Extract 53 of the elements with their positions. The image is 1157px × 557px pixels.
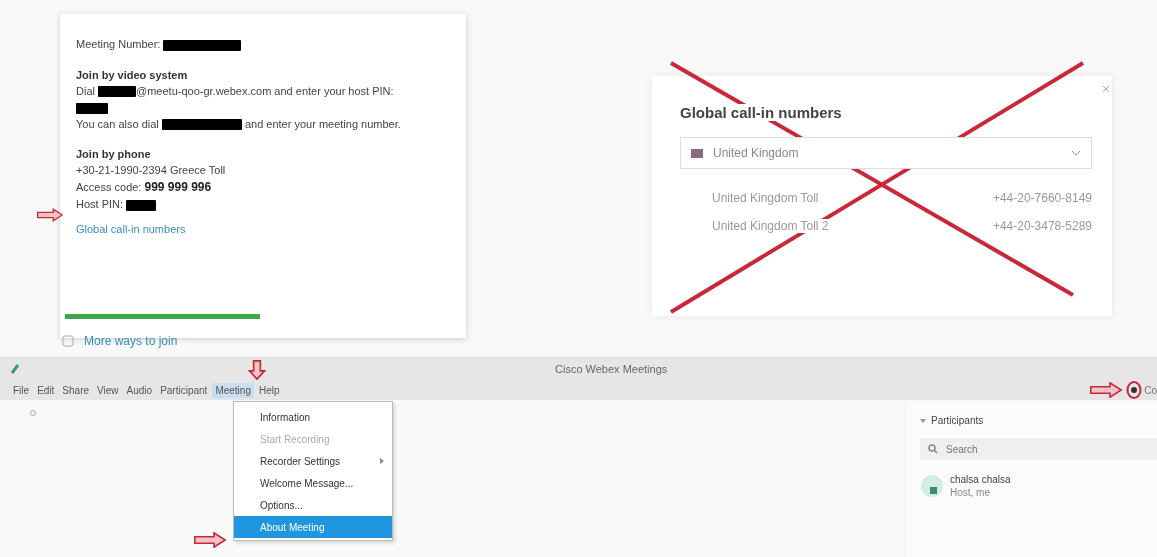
participant-name: chalsa chalsa: [950, 474, 1011, 485]
arrow-annotation: [1088, 382, 1125, 398]
menu-item[interactable]: Audio: [123, 382, 156, 398]
country-name: United Kingdom Toll: [712, 191, 819, 205]
access-code: 999 999 996: [144, 180, 212, 195]
info-text: and enter your meeting number.: [243, 117, 401, 130]
flag-icon: [691, 148, 703, 158]
toolbar-label[interactable]: Co: [1144, 384, 1157, 396]
more-ways-link[interactable]: More ways to join: [84, 334, 178, 348]
menu-option[interactable]: Information: [234, 406, 392, 428]
arrow-annotation: [248, 360, 266, 380]
menu-item[interactable]: Edit: [34, 382, 58, 398]
phone-number: +30-21-1990-2394 Greece Toll: [76, 164, 226, 177]
menu-item[interactable]: Help: [255, 382, 283, 398]
menu-item[interactable]: View: [94, 382, 122, 398]
collapse-icon[interactable]: [920, 418, 926, 423]
submenu-arrow-icon: [380, 458, 384, 464]
phone-number: +44-20-3478-5289: [992, 219, 1092, 233]
info-text: Dial: [76, 84, 95, 97]
menu-option[interactable]: Options...: [234, 494, 392, 516]
participant-role: Host, me: [950, 487, 991, 498]
info-text: @meetu-qoo-gr.webex.com and enter your host PIN:: [136, 84, 394, 97]
meeting-number-label: Meeting Number:: [76, 38, 161, 50]
status-icon: [30, 410, 36, 416]
info-text: You can also dial: [76, 117, 159, 130]
menu-option[interactable]: Recorder Settings: [234, 450, 392, 472]
panel-title: Participants: [931, 415, 984, 426]
menu-item[interactable]: Share: [59, 382, 93, 398]
phone-number: +44-20-7660-8149: [992, 191, 1092, 205]
call-in-link[interactable]: Global call-in numbers: [76, 222, 186, 235]
redaction-mark: [126, 199, 157, 211]
menu-item[interactable]: Meeting: [212, 382, 254, 398]
menu-item[interactable]: File: [10, 382, 33, 398]
section-heading: Join by video system: [76, 68, 189, 81]
window-title: Cisco Webex Meetings: [555, 363, 668, 375]
redaction-mark: [76, 102, 108, 114]
dialog-title: Global call-in numbers: [680, 104, 842, 121]
access-code-label: Access code:: [76, 181, 142, 194]
app-logo-icon: [10, 363, 20, 375]
country-dropdown[interactable]: United Kingdom: [680, 137, 1092, 169]
section-heading: Join by phone: [76, 148, 152, 161]
menu-option[interactable]: About Meeting: [234, 516, 392, 538]
host-pin-label: Host PIN:: [76, 198, 124, 211]
arrow-annotation: [37, 208, 63, 222]
redaction-mark: [98, 86, 136, 98]
avatar-icon: [920, 474, 944, 498]
chevron-icon: [1071, 150, 1081, 156]
checkbox-icon: [62, 335, 74, 347]
search-icon: [928, 444, 938, 454]
menu-option[interactable]: Welcome Message...: [234, 472, 392, 494]
country-name: United Kingdom Toll 2: [712, 219, 829, 233]
menu-item[interactable]: Participant: [157, 382, 211, 398]
record-icon[interactable]: [1126, 381, 1143, 399]
